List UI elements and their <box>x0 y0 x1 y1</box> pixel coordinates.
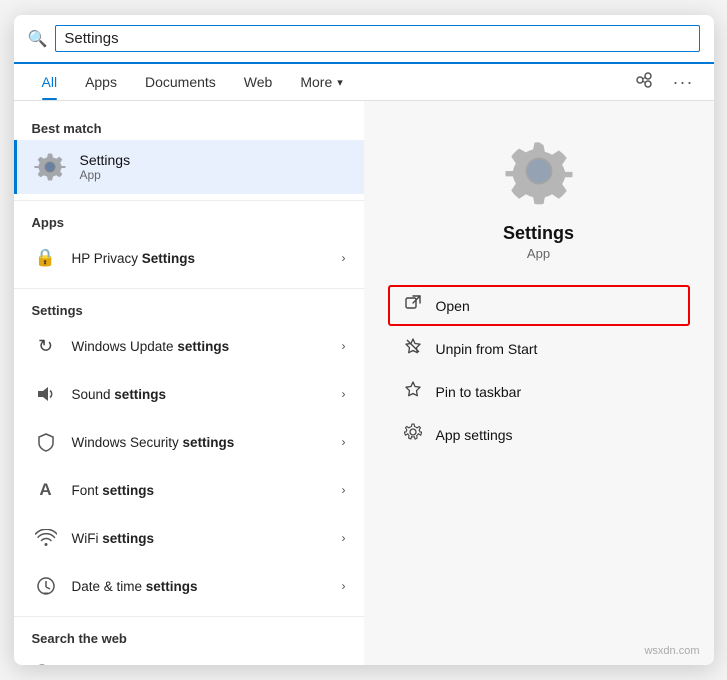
main-content: Best match Settings App Apps 🔒 HP Pr <box>14 101 714 665</box>
list-item-sound[interactable]: Sound settings › <box>14 370 364 418</box>
unpin-icon <box>402 337 424 360</box>
list-item-hp-privacy[interactable]: 🔒 HP Privacy Settings › <box>14 234 364 282</box>
search-bar: 🔍 <box>14 15 714 64</box>
settings-app-icon <box>32 149 68 185</box>
pin-icon <box>402 380 424 403</box>
app-icon-large <box>499 131 579 211</box>
connect-icon[interactable] <box>629 67 659 98</box>
web-search-icon: 🔍 <box>32 660 60 665</box>
divider-2 <box>14 288 364 289</box>
pin-taskbar-button[interactable]: Pin to taskbar <box>388 371 690 412</box>
pin-taskbar-label: Pin to taskbar <box>436 384 522 400</box>
unpin-start-label: Unpin from Start <box>436 341 538 357</box>
list-item-web-search[interactable]: 🔍 Settings - See web results › <box>14 650 364 665</box>
settings-section-label: Settings <box>14 295 364 322</box>
right-panel: Settings App Open Unpin from Start <box>364 101 714 665</box>
sound-icon <box>32 380 60 408</box>
list-item-font[interactable]: A Font settings › <box>14 466 364 514</box>
open-label: Open <box>436 298 470 314</box>
watermark: wsxdn.com <box>644 645 699 657</box>
app-type: App <box>527 246 550 261</box>
apps-label: Apps <box>14 207 364 234</box>
tab-all[interactable]: All <box>28 64 72 100</box>
left-panel: Best match Settings App Apps 🔒 HP Pr <box>14 101 364 665</box>
list-item-datetime[interactable]: Date & time settings › <box>14 562 364 610</box>
app-settings-button[interactable]: App settings <box>388 414 690 455</box>
tab-web[interactable]: Web <box>230 64 287 100</box>
hp-privacy-label: HP Privacy Settings <box>72 251 330 266</box>
search-icon: 🔍 <box>28 29 48 49</box>
best-match-label: Best match <box>14 113 364 140</box>
chevron-right-icon: › <box>342 251 346 265</box>
lock-icon: 🔒 <box>32 244 60 272</box>
tab-documents[interactable]: Documents <box>131 64 230 100</box>
chevron-right-icon: › <box>342 579 346 593</box>
tabs-bar: All Apps Documents Web More ▾ ··· <box>14 64 714 101</box>
app-name-large: Settings <box>503 223 574 244</box>
list-item-windows-security[interactable]: Windows Security settings › <box>14 418 364 466</box>
action-list: Open Unpin from Start Pin to taskbar <box>388 285 690 455</box>
open-button[interactable]: Open <box>388 285 690 326</box>
clock-icon <box>32 572 60 600</box>
chevron-down-icon: ▾ <box>337 76 343 89</box>
search-input[interactable] <box>55 25 699 52</box>
chevron-right-icon: › <box>342 435 346 449</box>
divider-3 <box>14 616 364 617</box>
list-item-wifi[interactable]: WiFi settings › <box>14 514 364 562</box>
tabs-right-actions: ··· <box>629 67 700 98</box>
tab-more[interactable]: More ▾ <box>286 64 356 100</box>
app-settings-icon <box>402 423 424 446</box>
divider-1 <box>14 200 364 201</box>
unpin-start-button[interactable]: Unpin from Start <box>388 328 690 369</box>
open-icon <box>402 294 424 317</box>
best-match-item[interactable]: Settings App <box>14 140 364 194</box>
update-icon: ↻ <box>32 332 60 360</box>
chevron-right-icon: › <box>342 387 346 401</box>
app-settings-label: App settings <box>436 427 513 443</box>
chevron-right-icon: › <box>342 339 346 353</box>
chevron-right-icon: › <box>342 531 346 545</box>
tab-apps[interactable]: Apps <box>71 64 131 100</box>
web-search-label: Search the web <box>14 623 364 650</box>
font-icon: A <box>32 476 60 504</box>
chevron-right-icon: › <box>342 483 346 497</box>
shield-icon <box>32 428 60 456</box>
wifi-icon <box>32 524 60 552</box>
best-match-text: Settings App <box>80 152 131 182</box>
ellipsis-icon[interactable]: ··· <box>667 68 700 97</box>
list-item-windows-update[interactable]: ↻ Windows Update settings › <box>14 322 364 370</box>
